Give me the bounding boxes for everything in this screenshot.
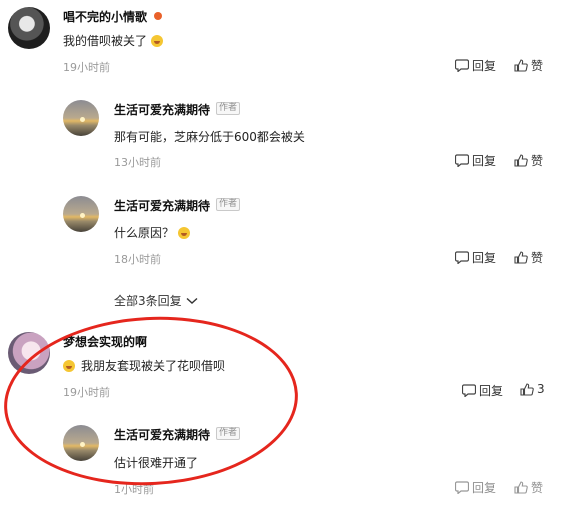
reply-button[interactable]: 回复 [455, 479, 496, 496]
laugh-emoji-icon [178, 227, 191, 239]
reply-time: 1小时前 [114, 483, 154, 496]
like-count: 3 [537, 382, 545, 396]
comment-username[interactable]: 唱不完的小情歌 [63, 8, 147, 25]
reply-button[interactable]: 回复 [455, 57, 496, 74]
comment-icon [455, 251, 469, 264]
reply-label: 回复 [479, 384, 504, 398]
laugh-emoji-icon [151, 35, 164, 47]
expand-label: 全部3条回复 [114, 294, 182, 308]
comment-icon [455, 481, 469, 494]
like-label: 赞 [531, 59, 544, 73]
thumbs-up-icon [514, 154, 528, 167]
reply-label: 回复 [472, 251, 497, 265]
author-badge: 作者 [216, 427, 241, 440]
reply-label: 回复 [472, 154, 497, 168]
reply-button[interactable]: 回复 [455, 152, 496, 169]
author-badge: 作者 [216, 102, 241, 115]
reply-text: 那有可能，芝麻分低于600都会被关 [114, 130, 305, 144]
avatar[interactable] [8, 7, 50, 49]
like-label: 赞 [531, 481, 544, 495]
expand-replies-button[interactable]: 全部3条回复 [114, 292, 198, 309]
thumbs-up-icon [514, 481, 528, 494]
like-label: 赞 [531, 251, 544, 265]
smile-emoji-icon [63, 360, 75, 372]
comment-icon [455, 59, 469, 72]
comment-time: 19小时前 [63, 61, 110, 74]
reply-button[interactable]: 回复 [462, 382, 503, 399]
avatar[interactable] [63, 196, 99, 232]
reply-time: 18小时前 [114, 253, 161, 266]
comment-username[interactable]: 梦想会实现的啊 [63, 333, 147, 350]
reply-username[interactable]: 生活可爱充满期待 [114, 426, 210, 443]
avatar[interactable] [63, 425, 99, 461]
like-button[interactable]: 赞 [514, 57, 543, 74]
reply-label: 回复 [472, 59, 497, 73]
like-button[interactable]: 3 [520, 382, 545, 396]
reply-button[interactable]: 回复 [455, 249, 496, 266]
comment-text: 我朋友套现被关了花呗借呗 [63, 357, 225, 374]
avatar[interactable] [63, 100, 99, 136]
reply-text: 估计很难开通了 [114, 456, 199, 470]
thumbs-up-icon [520, 382, 534, 396]
comment-icon [462, 384, 476, 397]
avatar[interactable] [8, 332, 50, 374]
like-button[interactable]: 赞 [514, 479, 543, 496]
comment-icon [455, 154, 469, 167]
comment-time: 19小时前 [63, 386, 110, 399]
chevron-down-icon [186, 297, 198, 304]
reply-label: 回复 [472, 481, 497, 495]
like-button[interactable]: 赞 [514, 152, 543, 169]
reply-username[interactable]: 生活可爱充满期待 [114, 101, 210, 118]
reply-time: 13小时前 [114, 156, 161, 169]
comment-text: 我的借呗被关了 [63, 32, 164, 49]
author-badge: 作者 [216, 198, 241, 211]
like-button[interactable]: 赞 [514, 249, 543, 266]
reply-text: 什么原因？ [114, 224, 191, 241]
vip-badge-icon [154, 12, 162, 20]
thumbs-up-icon [514, 59, 528, 72]
like-label: 赞 [531, 154, 544, 168]
reply-username[interactable]: 生活可爱充满期待 [114, 197, 210, 214]
thumbs-up-icon [514, 251, 528, 264]
